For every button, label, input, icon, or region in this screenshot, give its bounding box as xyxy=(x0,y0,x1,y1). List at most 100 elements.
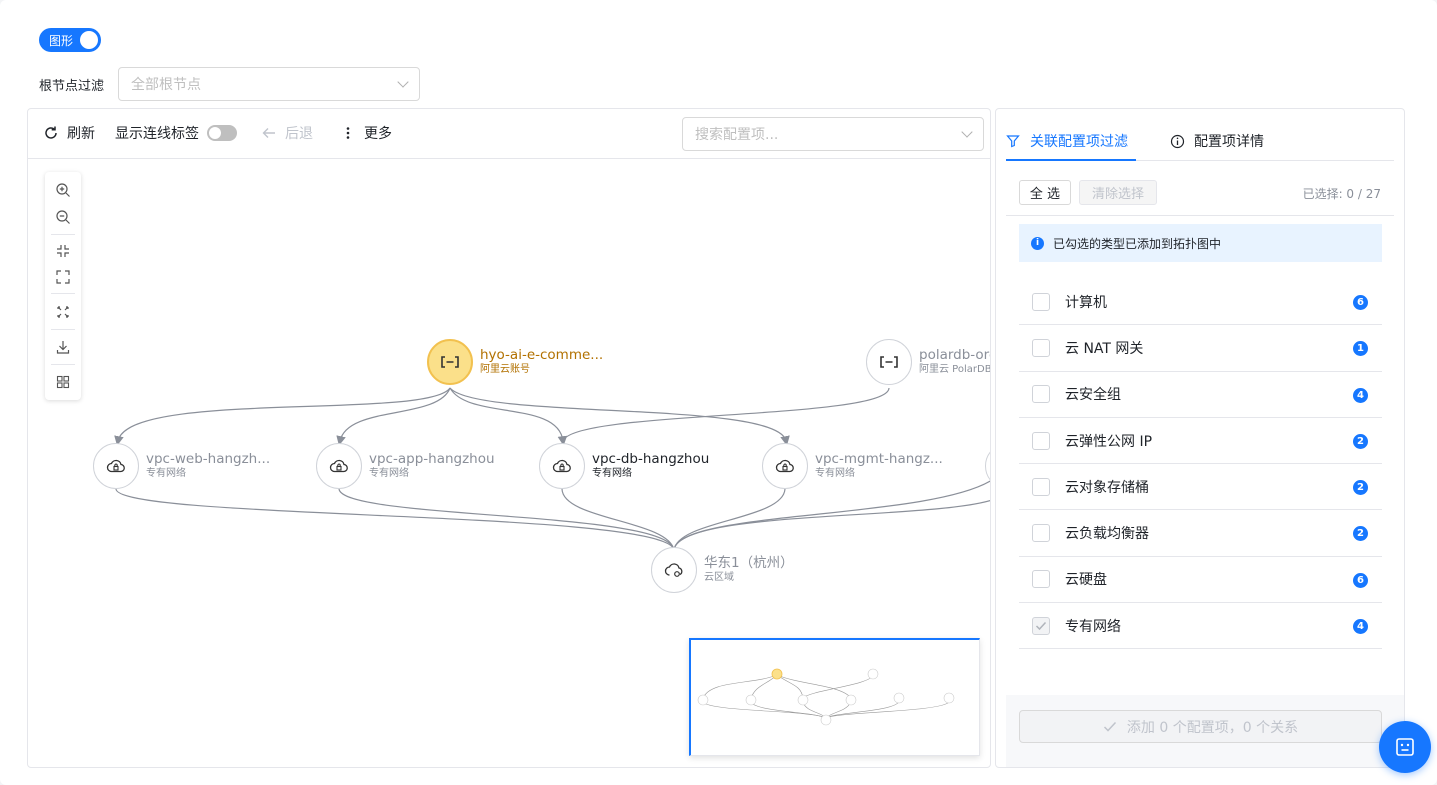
panel-tabs: 关联配置项过滤 配置项详情 xyxy=(1006,109,1394,161)
type-label: 云硬盘 xyxy=(1065,572,1107,589)
cloud-account-icon xyxy=(427,339,473,385)
tab-active-indicator xyxy=(1006,159,1136,161)
checkbox[interactable] xyxy=(1032,431,1050,450)
chevron-down-icon xyxy=(397,76,409,88)
checkbox-checked[interactable] xyxy=(1032,616,1050,635)
filter-icon xyxy=(1006,135,1020,148)
node-name: hyo-ai-e-comme... xyxy=(480,347,604,363)
list-item[interactable]: 云对象存储桶 2 xyxy=(1019,464,1382,511)
view-mode-label: 图形 xyxy=(49,33,74,48)
tab-config-detail[interactable]: 配置项详情 xyxy=(1170,131,1264,151)
back-label: 后退 xyxy=(285,126,313,142)
graph-node-vpc-web[interactable]: vpc-web-hangzh... 专有网络 xyxy=(93,443,270,489)
node-type: 专有网络 xyxy=(815,468,855,479)
search-config-input[interactable]: 搜索配置项... xyxy=(682,117,984,151)
refresh-button[interactable]: 刷新 xyxy=(43,123,95,143)
graph-node-polardb[interactable]: polardb-ord 阿里云 PolarDB xyxy=(866,339,991,385)
topology-toolbar: 刷新 显示连线标签 后退 更多 搜索配置项... xyxy=(28,109,990,159)
count-badge: 4 xyxy=(1353,387,1368,403)
root-filter-placeholder: 全部根节点 xyxy=(131,77,201,93)
minimap[interactable] xyxy=(689,638,980,756)
selected-count: 已选择: 0 / 27 xyxy=(1302,187,1381,201)
count-badge: 4 xyxy=(1353,619,1368,635)
graph-node-partial[interactable] xyxy=(985,443,990,489)
list-item[interactable]: 云硬盘 6 xyxy=(1019,557,1382,604)
zoom-out-icon[interactable] xyxy=(53,207,73,227)
type-label: 云 NAT 网关 xyxy=(1065,340,1144,357)
add-button-label: 添加 0 个配置项，0 个关系 xyxy=(1126,719,1299,736)
zoom-in-icon[interactable] xyxy=(53,180,73,200)
more-button[interactable]: 更多 xyxy=(342,123,392,143)
list-item[interactable]: 专有网络 4 xyxy=(1019,603,1382,650)
list-item[interactable]: 计算机 6 xyxy=(1019,279,1382,326)
node-type: 云区域 xyxy=(704,572,734,583)
graph-node-region[interactable]: 华东1（杭州） 云区域 xyxy=(651,547,794,593)
edge-label-toggle[interactable] xyxy=(207,125,237,141)
type-label: 云弹性公网 IP xyxy=(1065,433,1153,450)
graph-node-vpc-app[interactable]: vpc-app-hangzhou 专有网络 xyxy=(316,443,495,489)
node-name: 华东1（杭州） xyxy=(704,555,794,571)
info-circle-icon xyxy=(1170,134,1185,148)
node-name: polardb-ord xyxy=(919,347,991,363)
zoom-controls xyxy=(45,172,81,400)
refresh-label: 刷新 xyxy=(67,126,95,142)
list-item[interactable]: 云弹性公网 IP 2 xyxy=(1019,418,1382,465)
type-label: 专有网络 xyxy=(1065,618,1121,635)
download-icon[interactable] xyxy=(53,337,73,357)
list-item[interactable]: 云负载均衡器 2 xyxy=(1019,510,1382,557)
add-config-button[interactable]: 添加 0 个配置项，0 个关系 xyxy=(1019,710,1382,743)
graph-node-account[interactable]: hyo-ai-e-comme... 阿里云账号 xyxy=(427,339,603,385)
type-list: 计算机 6 云 NAT 网关 1 云安全组 4 云弹性公网 IP 2 云对象存储… xyxy=(1019,279,1382,650)
checkbox[interactable] xyxy=(1032,338,1050,357)
type-label: 云负载均衡器 xyxy=(1065,526,1149,543)
graph-node-vpc-db[interactable]: vpc-db-hangzhou 专有网络 xyxy=(539,443,709,489)
node-type: 阿里云 PolarDB xyxy=(919,364,991,375)
root-filter-label: 根节点过滤 xyxy=(39,79,105,94)
tab-label: 关联配置项过滤 xyxy=(1030,134,1128,150)
check-icon xyxy=(1103,721,1116,732)
fit-view-icon[interactable] xyxy=(53,241,73,261)
check-icon xyxy=(1035,621,1047,630)
search-placeholder: 搜索配置项... xyxy=(695,127,779,143)
checkbox[interactable] xyxy=(1032,570,1050,589)
node-type: 阿里云账号 xyxy=(480,364,530,375)
checkbox[interactable] xyxy=(1032,292,1050,311)
type-label: 云安全组 xyxy=(1065,387,1121,404)
topology-panel: 刷新 显示连线标签 后退 更多 搜索配置项... hyo-ai-e-comme.… xyxy=(27,108,991,768)
count-badge: 2 xyxy=(1353,433,1368,449)
list-item[interactable]: 云安全组 4 xyxy=(1019,372,1382,418)
more-vertical-icon xyxy=(346,127,350,139)
type-label: 云对象存储桶 xyxy=(1065,479,1149,496)
vpc-icon xyxy=(539,443,585,489)
checkbox[interactable] xyxy=(1032,524,1050,543)
fullscreen-icon[interactable] xyxy=(53,267,73,287)
graph-node-vpc-mgmt[interactable]: vpc-mgmt-hangz... 专有网络 xyxy=(762,443,943,489)
checkbox[interactable] xyxy=(1032,477,1050,496)
config-filter-panel: 关联配置项过滤 配置项详情 全 选 清除选择 已选择: 0 / 27 i 已勾选… xyxy=(995,108,1405,768)
count-badge: 2 xyxy=(1353,526,1368,542)
list-item[interactable]: 云 NAT 网关 1 xyxy=(1019,325,1382,372)
layout-reset-icon[interactable] xyxy=(53,302,73,322)
arrow-left-icon xyxy=(262,128,275,138)
node-type: 专有网络 xyxy=(369,468,409,479)
select-all-button[interactable]: 全 选 xyxy=(1019,180,1071,205)
topology-canvas[interactable]: hyo-ai-e-comme... 阿里云账号 polardb-ord 阿里云 … xyxy=(28,160,991,767)
grid-layout-icon[interactable] xyxy=(53,372,73,392)
root-filter-select[interactable]: 全部根节点 xyxy=(118,67,420,101)
clear-selection-button[interactable]: 清除选择 xyxy=(1079,180,1157,205)
back-button[interactable]: 后退 xyxy=(261,123,313,143)
toggle-knob xyxy=(80,31,98,49)
view-mode-toggle[interactable]: 图形 xyxy=(39,28,101,52)
tab-related-filter[interactable]: 关联配置项过滤 xyxy=(1006,131,1128,151)
assistant-button[interactable] xyxy=(1379,721,1431,773)
region-icon xyxy=(651,547,697,593)
vpc-icon xyxy=(93,443,139,489)
count-badge: 2 xyxy=(1353,480,1368,496)
node-name: vpc-mgmt-hangz... xyxy=(815,451,943,467)
checkbox[interactable] xyxy=(1032,385,1050,404)
node-type: 专有网络 xyxy=(146,468,186,479)
count-badge: 6 xyxy=(1353,572,1368,588)
node-type: 专有网络 xyxy=(592,468,632,479)
node-name: vpc-web-hangzh... xyxy=(146,451,271,467)
edge-label-setting: 显示连线标签 xyxy=(115,123,237,143)
